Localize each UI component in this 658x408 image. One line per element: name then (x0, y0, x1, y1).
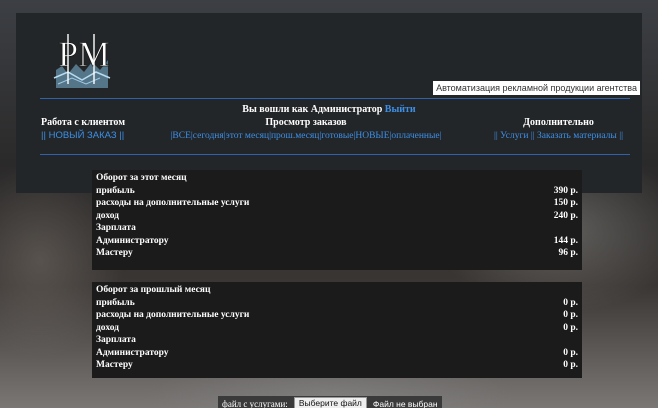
stat-row: расходы на дополнительные услуги 150 р. (96, 197, 578, 210)
file-status: Файл не выбран (372, 398, 438, 408)
stat-row: доход 240 р. (96, 210, 578, 223)
choose-file-button[interactable]: Выберите файл (293, 397, 367, 408)
stat-value: 0 р. (563, 297, 578, 308)
stat-row: Администратору 144 р. (96, 235, 578, 248)
services-upload: файл с услугами: Выберите файл Файл не в… (218, 396, 442, 408)
stat-value: 0 р. (563, 322, 578, 333)
stat-value: 0 р. (563, 347, 578, 358)
stat-label: расходы на дополнительные услуги (96, 310, 250, 320)
stat-value: 390 р. (553, 185, 578, 196)
nav-clients: Работа с клиентом || НОВЫЙ ЗАКАЗ || (41, 117, 126, 141)
new-order-link[interactable]: НОВЫЙ ЗАКАЗ (49, 130, 117, 141)
stat-row: Администратору 0 р. (96, 347, 578, 360)
services-link[interactable]: Услуги (500, 131, 528, 141)
stat-value: 96 р. (558, 248, 578, 258)
logout-link[interactable]: Выйти (385, 104, 416, 115)
orders-link-today[interactable]: сегодня (193, 131, 224, 141)
current-month-panel: Оборот за этот месяц прибыль 390 р. расхо… (92, 170, 582, 270)
stat-value: 144 р. (553, 235, 578, 246)
nav-orders: Просмотр заказов |ВСЕ|сегодня|этот месяц… (156, 116, 456, 143)
orders-link-new[interactable]: НОВЫЕ (355, 131, 389, 141)
stat-label: прибыль (96, 297, 135, 308)
orders-link-all[interactable]: ВСЕ (172, 131, 190, 141)
orders-links: |ВСЕ|сегодня|этот месяц|прош.месяц|готов… (170, 131, 442, 141)
nav-extra: Дополнительно || Услуги || Заказать мате… (486, 116, 631, 143)
stat-label: расходы на дополнительные услуги (96, 198, 250, 208)
panel-title: Оборот за прошлый месяц (96, 285, 211, 295)
stat-label: Мастеру (96, 360, 133, 370)
stat-label: Мастеру (96, 248, 133, 258)
pm-logo-icon: PM (48, 22, 114, 92)
site-header: PM Автоматизация рекламной продукции аге… (16, 13, 642, 193)
divider (40, 98, 630, 99)
login-text: Вы вошли как Администратор (242, 104, 383, 115)
stat-row: прибыль 0 р. (96, 297, 578, 310)
stat-value: 150 р. (553, 198, 578, 208)
stat-label: доход (96, 322, 119, 333)
stat-label: Администратору (96, 347, 169, 358)
nav-orders-title: Просмотр заказов (265, 117, 347, 128)
stat-row: прибыль 390 р. (96, 185, 578, 198)
upload-label: файл с услугами: (222, 398, 288, 408)
stat-row: доход 0 р. (96, 322, 578, 335)
logo: PM (48, 22, 114, 92)
stat-label: прибыль (96, 185, 135, 196)
orders-link-this-month[interactable]: этот месяц (226, 131, 269, 141)
stat-label: Администратору (96, 235, 169, 246)
stat-label: Зарплата (96, 335, 136, 345)
stat-row: Мастеру 96 р. (96, 247, 578, 260)
nav-clients-title: Работа с клиентом (41, 117, 126, 128)
order-materials-link[interactable]: Заказать материалы (537, 131, 617, 141)
stat-row: расходы на дополнительные услуги 0 р. (96, 309, 578, 322)
orders-link-ready[interactable]: готовые (321, 131, 353, 141)
panel-title: Оборот за этот месяц (96, 173, 187, 183)
stat-row: Мастеру 0 р. (96, 359, 578, 372)
nav-extra-title: Дополнительно (523, 117, 594, 128)
orders-link-last-month[interactable]: прош.месяц (271, 131, 319, 141)
divider (40, 154, 630, 155)
stat-label: Зарплата (96, 223, 136, 233)
stat-value: 0 р. (563, 360, 578, 370)
stat-row: Зарплата (96, 334, 578, 347)
orders-link-paid[interactable]: оплаченные (391, 131, 439, 141)
last-month-panel: Оборот за прошлый месяц прибыль 0 р. расх… (92, 282, 582, 378)
tagline: Автоматизация рекламной продукции агентс… (433, 81, 640, 95)
logo-text: PM (58, 34, 110, 74)
login-status: Вы вошли как Администратор Выйти (16, 104, 642, 115)
stat-row: Зарплата (96, 222, 578, 235)
stat-label: доход (96, 210, 119, 221)
stat-value: 0 р. (563, 310, 578, 320)
stat-value: 240 р. (553, 210, 578, 221)
